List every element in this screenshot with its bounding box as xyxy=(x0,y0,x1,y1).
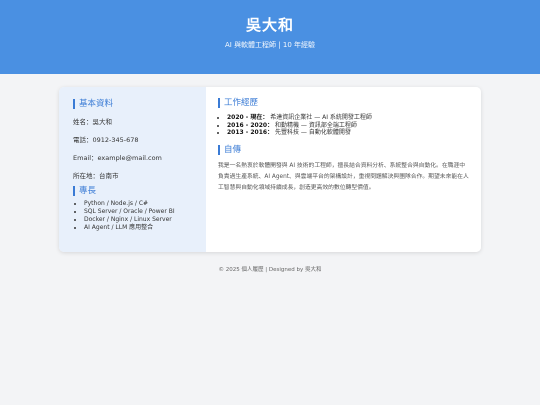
experience-years: 2013 - 2016： xyxy=(227,129,274,136)
experience-desc: 和勤精機 — 資訊部全端工程師 xyxy=(275,121,357,129)
experience-years: 2016 - 2020： xyxy=(227,121,274,129)
profile-name: 吳大和 xyxy=(245,16,294,34)
location-line: 所在地：台南市 xyxy=(73,172,119,180)
list-item: 2013 - 2016： 先豐科技 — 自動化軟體開發 xyxy=(227,129,372,137)
skills-list: Python / Node.js / C# SQL Server / Oracl… xyxy=(73,200,175,232)
phone-line: 電話：0912-345-678 xyxy=(73,136,139,144)
header-banner: 吳大和 AI 與軟體工程師 | 10 年經驗 xyxy=(0,0,540,74)
experience-desc: 希達資訊企業社 — AI 系統開發工程師 xyxy=(270,114,372,121)
sidebar: 基本資料 姓名：吳大和 電話：0912-345-678 Email：exampl… xyxy=(59,87,206,252)
list-item: Python / Node.js / C# xyxy=(84,200,175,208)
list-item: 2020 - 現在： 希達資訊企業社 — AI 系統開發工程師 xyxy=(227,114,372,122)
bio-text: 我是一名熱衷於軟體開發與 AI 技術的工程師，擅長結合資料分析、系統整合與自動化… xyxy=(218,163,469,191)
list-item: AI Agent / LLM 應用整合 xyxy=(84,224,175,232)
experience-list: 2020 - 現在： 希達資訊企業社 — AI 系統開發工程師 2016 - 2… xyxy=(218,114,372,137)
experience-title: 工作經歷 xyxy=(218,98,258,108)
basic-info-title: 基本資料 xyxy=(73,99,113,109)
experience-desc: 先豐科技 — 自動化軟體開發 xyxy=(275,129,351,136)
bio-title: 自傳 xyxy=(218,145,241,155)
list-item: SQL Server / Oracle / Power BI xyxy=(84,208,175,216)
main-content: 工作經歷 2020 - 現在： 希達資訊企業社 — AI 系統開發工程師 201… xyxy=(206,87,481,252)
list-item: 2016 - 2020： 和勤精機 — 資訊部全端工程師 xyxy=(227,122,372,130)
profile-subtitle: AI 與軟體工程師 | 10 年經驗 xyxy=(224,41,316,49)
resume-card: 基本資料 姓名：吳大和 電話：0912-345-678 Email：exampl… xyxy=(59,87,481,252)
experience-years: 2020 - 現在： xyxy=(227,114,269,121)
footer: © 2025 個人履歷 | Designed by 吳大和 xyxy=(218,267,322,273)
email-line: Email：example@mail.com xyxy=(73,154,162,162)
name-line: 姓名：吳大和 xyxy=(73,118,112,126)
skills-title: 專長 xyxy=(73,186,96,196)
list-item: Docker / Nginx / Linux Server xyxy=(84,216,175,224)
